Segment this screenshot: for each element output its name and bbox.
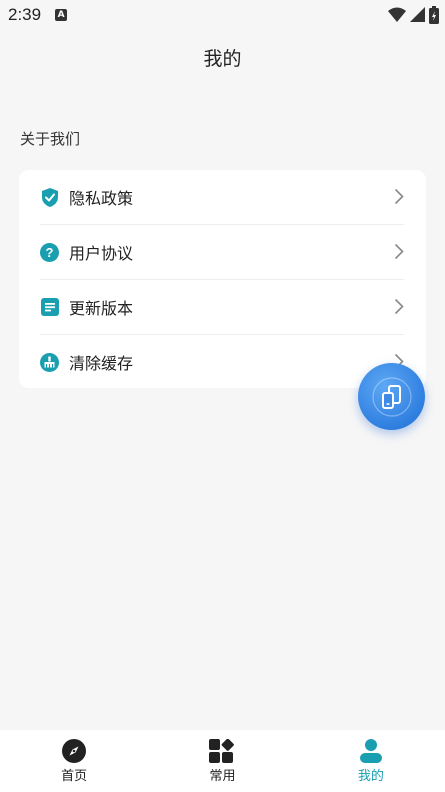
menu-item-label: 清除缓存 bbox=[69, 354, 134, 373]
tab-label: 我的 bbox=[357, 769, 384, 784]
compass-icon bbox=[62, 739, 87, 763]
status-app-icon: A bbox=[55, 9, 68, 21]
tab-home[interactable]: 首页 bbox=[0, 730, 148, 792]
broom-icon bbox=[40, 352, 59, 372]
tab-label: 常用 bbox=[209, 769, 236, 784]
bottom-tab-bar: 首页 常用 我的 bbox=[0, 730, 445, 792]
menu-item-user-agreement[interactable]: ? 用户协议 bbox=[19, 225, 426, 279]
status-indicators bbox=[388, 6, 439, 24]
grid-apps-icon bbox=[209, 739, 235, 763]
user-icon bbox=[359, 739, 382, 763]
section-label-about-us: 关于我们 bbox=[20, 130, 81, 148]
chevron-right-icon bbox=[394, 243, 404, 260]
tab-mine[interactable]: 我的 bbox=[297, 730, 445, 792]
about-menu-card: 隐私政策 ? 用户协议 更新版本 清除缓存 bbox=[19, 170, 426, 388]
svg-text:?: ? bbox=[46, 245, 54, 260]
menu-item-label: 更新版本 bbox=[69, 299, 134, 318]
shield-check-icon bbox=[40, 187, 59, 207]
wifi-icon bbox=[388, 7, 406, 22]
status-bar: 2:39 A bbox=[0, 0, 445, 30]
chevron-right-icon bbox=[394, 188, 404, 205]
status-time: 2:39 bbox=[8, 5, 42, 24]
tab-frequent[interactable]: 常用 bbox=[148, 730, 296, 792]
signal-icon bbox=[410, 7, 425, 22]
battery-icon bbox=[429, 6, 439, 24]
document-list-icon bbox=[40, 298, 59, 317]
question-circle-icon: ? bbox=[40, 242, 59, 262]
menu-item-label: 隐私政策 bbox=[69, 189, 134, 208]
chevron-right-icon bbox=[394, 298, 404, 315]
menu-item-update-version[interactable]: 更新版本 bbox=[19, 280, 426, 334]
phone-transfer-icon bbox=[371, 376, 412, 417]
page-title: 我的 bbox=[203, 48, 242, 70]
menu-item-label: 用户协议 bbox=[69, 244, 134, 263]
tab-label: 首页 bbox=[61, 769, 88, 784]
menu-item-privacy-policy[interactable]: 隐私政策 bbox=[19, 170, 426, 224]
floating-action-button[interactable] bbox=[358, 363, 425, 430]
